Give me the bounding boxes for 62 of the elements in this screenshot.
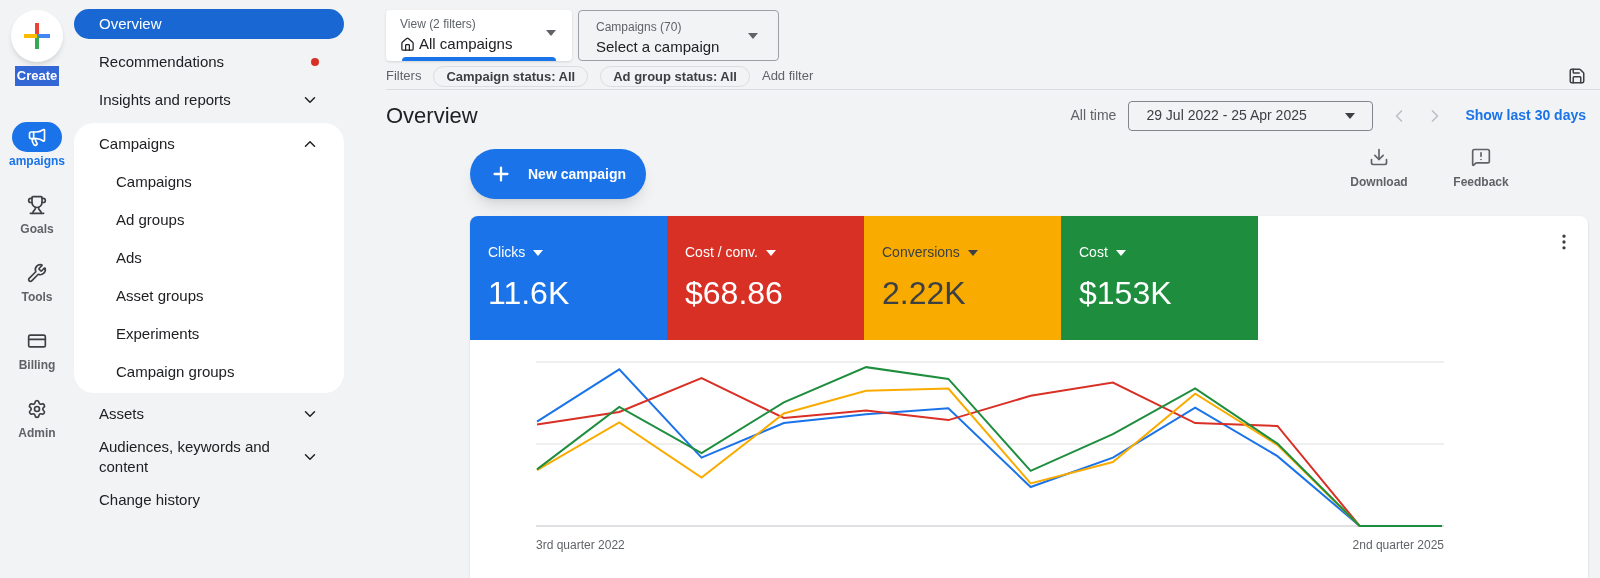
metric-label: Clicks (488, 243, 526, 262)
megaphone-icon (27, 126, 47, 147)
caret-icon (1115, 249, 1126, 256)
feedback-icon (1471, 147, 1491, 167)
nav-item[interactable]: Overview (74, 9, 344, 39)
caret-icon (533, 249, 544, 256)
date-range-picker[interactable]: 29 Jul 2022 - 25 Apr 2025 (1128, 100, 1374, 131)
home-icon (400, 36, 415, 52)
caret-icon (765, 249, 776, 256)
metric-tile[interactable]: Cost / conv. $68.86 (667, 216, 864, 340)
rail-item[interactable] (12, 121, 62, 152)
metric-value: 11.6K (488, 274, 571, 313)
axis-label: 2nd quarter 2025 (1352, 537, 1444, 554)
metric-label: Cost (1079, 243, 1108, 262)
campaign-selector[interactable]: Campaigns (70) Select a campaign (578, 10, 779, 61)
metric-value: $153K (1079, 274, 1173, 313)
nav-item[interactable]: Recommendations (74, 47, 344, 77)
create-button[interactable] (11, 10, 63, 62)
download-icon (1369, 147, 1389, 167)
plus-icon (24, 23, 50, 49)
nav-item[interactable]: Change history (74, 485, 344, 515)
caret-icon (546, 30, 556, 36)
metric-value: 2.22K (882, 274, 967, 313)
toolbar-button[interactable]: Download (1344, 147, 1414, 191)
rail-label: ampaigns (9, 152, 65, 170)
nav-group[interactable]: Assets (74, 399, 344, 429)
rail-label: Admin (18, 424, 56, 442)
nav-subitem[interactable]: Asset groups (74, 281, 344, 311)
add-filter-button[interactable]: Add filter (761, 66, 814, 86)
new-campaign-button[interactable]: New campaign (470, 149, 647, 199)
nav-subitem[interactable]: Campaigns (74, 167, 344, 197)
caret-icon (1345, 112, 1356, 119)
settings-icon (27, 398, 47, 419)
caret-icon (967, 249, 978, 256)
filters-label: Filters (386, 67, 422, 86)
toolbar-button[interactable]: Feedback (1446, 147, 1516, 191)
trophy-icon (27, 194, 47, 215)
nav-subitem[interactable]: Campaign groups (74, 357, 344, 387)
nav-group[interactable]: Insights and reports (74, 85, 344, 115)
show-last-30-days-link[interactable]: Show last 30 days (1465, 105, 1586, 126)
page-title: Overview (386, 102, 478, 130)
nav-subitem[interactable]: Ad groups (74, 205, 344, 235)
metric-tile[interactable]: Conversions 2.22K (864, 216, 1061, 340)
view-selector[interactable]: View (2 filters) All campaigns (386, 10, 572, 61)
metric-label: Cost / conv. (685, 243, 758, 262)
wrench-icon (27, 262, 47, 283)
nav-subitem[interactable]: Ads (74, 243, 344, 273)
rail-label: Tools (21, 288, 53, 306)
date-label: All time (1070, 106, 1117, 125)
rail-label: Billing (18, 356, 56, 374)
metric-label: Conversions (882, 243, 960, 262)
rail-label: Goals (20, 220, 54, 238)
metric-tile[interactable]: Cost $153K (1061, 216, 1258, 340)
metric-tile[interactable]: Clicks 11.6K (470, 216, 667, 340)
metric-value: $68.86 (685, 274, 784, 313)
caret-icon (748, 33, 758, 39)
nav-group[interactable]: Audiences, keywords and content (74, 437, 344, 477)
axis-label: 3rd quarter 2022 (536, 537, 625, 554)
nav-subitem[interactable]: Experiments (74, 319, 344, 349)
nav-group[interactable]: Campaigns (74, 129, 344, 159)
create-label: Create (14, 66, 60, 86)
save-icon[interactable] (1568, 67, 1586, 85)
